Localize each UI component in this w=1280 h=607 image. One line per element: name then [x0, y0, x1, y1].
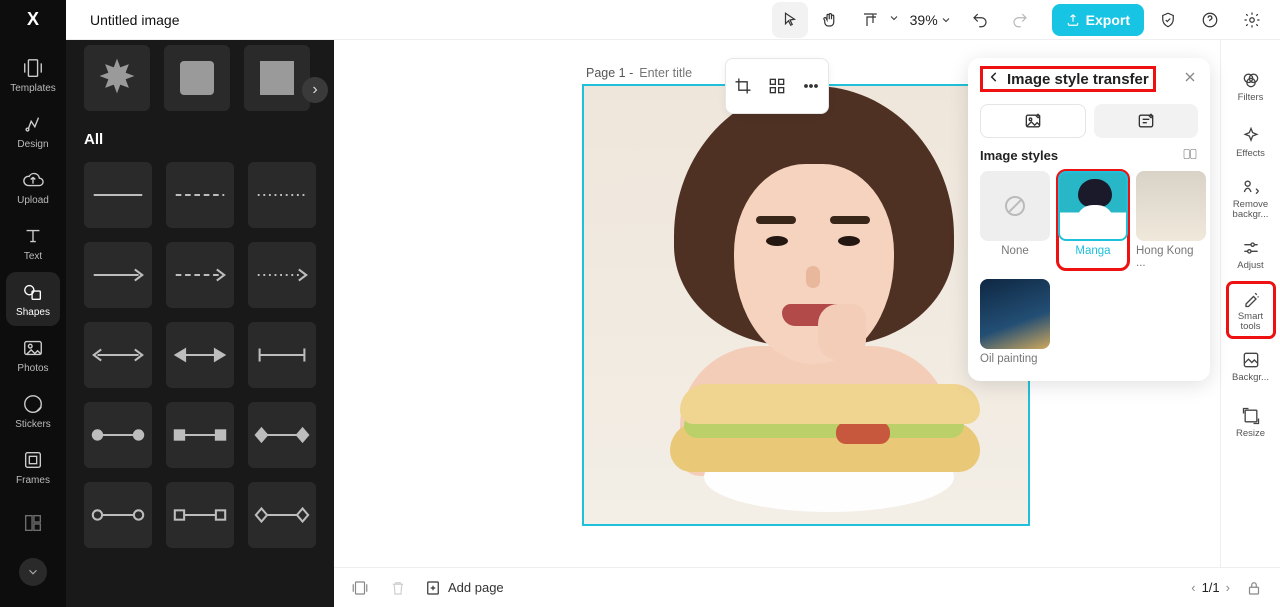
shape-line-bar-ends[interactable]	[248, 322, 316, 388]
chevron-down-icon	[940, 14, 952, 26]
nav-label: Templates	[10, 83, 56, 94]
nav-label: Upload	[17, 195, 49, 206]
nav-label: Shapes	[16, 307, 50, 318]
selection-context-bar	[725, 58, 829, 114]
styles-section-title: Image styles	[980, 148, 1058, 163]
document-title-group[interactable]: Untitled image	[80, 11, 190, 29]
style-option-oil-painting[interactable]: Oil painting	[980, 279, 1050, 365]
tool-remove-background[interactable]: Remove backgr...	[1227, 170, 1275, 226]
export-label: Export	[1086, 12, 1130, 28]
nav-label: Photos	[17, 363, 48, 374]
crop-selection-button[interactable]	[729, 72, 757, 100]
chevron-down-icon[interactable]	[888, 11, 900, 29]
nav-stickers[interactable]: Stickers	[6, 384, 60, 438]
undo-button[interactable]	[962, 2, 998, 38]
nav-design[interactable]: Design	[6, 104, 60, 158]
style-tab-image[interactable]	[980, 104, 1086, 138]
pages-overview-button[interactable]	[348, 576, 372, 600]
shape-line-diamond-ends[interactable]	[248, 402, 316, 468]
tool-filters[interactable]: Filters	[1227, 58, 1275, 114]
recents-next[interactable]: ›	[302, 77, 328, 103]
shape-line-square-outline-ends[interactable]	[166, 482, 234, 548]
style-option-none[interactable]: None	[980, 171, 1050, 269]
style-option-hong-kong[interactable]: Hong Kong ...	[1136, 171, 1206, 269]
shape-line-square-ends[interactable]	[166, 402, 234, 468]
nav-label: Frames	[16, 475, 50, 486]
nav-templates[interactable]: Templates	[6, 48, 60, 102]
shape-arrow-dashed[interactable]	[166, 242, 234, 308]
redo-button	[1002, 2, 1038, 38]
next-page-button[interactable]: ›	[1226, 580, 1230, 595]
zoom-value: 39%	[910, 12, 938, 28]
tool-smart-tools[interactable]: Smart tools	[1227, 282, 1275, 338]
nav-layout[interactable]	[6, 496, 60, 550]
shape-line-dashed[interactable]	[166, 162, 234, 228]
all-title: All	[84, 131, 103, 148]
style-label: Hong Kong ...	[1136, 245, 1206, 269]
shape-arrow-solid[interactable]	[84, 242, 152, 308]
ai-tools-button[interactable]	[763, 72, 791, 100]
page-counter: 1/1	[1202, 580, 1220, 595]
recent-shape-rounded-square[interactable]	[164, 45, 230, 111]
hand-tool[interactable]	[812, 2, 848, 38]
recent-shape-starburst[interactable]	[84, 45, 150, 111]
lock-button[interactable]	[1242, 576, 1266, 600]
add-page-label: Add page	[448, 580, 504, 595]
help-icon[interactable]	[1192, 2, 1228, 38]
style-panel-title: Image style transfer	[1007, 71, 1149, 88]
settings-icon[interactable]	[1234, 2, 1270, 38]
nav-photos[interactable]: Photos	[6, 328, 60, 382]
app-logo[interactable]: X	[0, 0, 66, 40]
shape-arrow-double-filled[interactable]	[166, 322, 234, 388]
shape-line-solid[interactable]	[84, 162, 152, 228]
nav-label: Design	[17, 139, 48, 150]
shape-arrow-double[interactable]	[84, 322, 152, 388]
style-tab-text[interactable]	[1094, 104, 1198, 138]
shape-line-circle-ends[interactable]	[84, 402, 152, 468]
recent-shape-square[interactable]	[244, 45, 310, 111]
page-title-input[interactable]	[639, 66, 719, 80]
nav-text[interactable]: Text	[6, 216, 60, 270]
style-label: None	[1001, 245, 1029, 257]
shape-line-circle-outline-ends[interactable]	[84, 482, 152, 548]
more-options-button[interactable]	[797, 72, 825, 100]
nav-more[interactable]	[19, 558, 47, 586]
shape-line-dotted[interactable]	[248, 162, 316, 228]
prev-page-button[interactable]: ‹	[1191, 580, 1195, 595]
nav-upload[interactable]: Upload	[6, 160, 60, 214]
shape-line-diamond-outline-ends[interactable]	[248, 482, 316, 548]
add-page-button[interactable]: Add page	[424, 579, 504, 597]
export-button[interactable]: Export	[1052, 4, 1144, 36]
tool-resize[interactable]: Resize	[1227, 394, 1275, 450]
document-title: Untitled image	[90, 12, 180, 28]
crop-tool[interactable]	[852, 2, 888, 38]
compare-toggle[interactable]	[1182, 146, 1198, 165]
tool-background[interactable]: Backgr...	[1227, 338, 1275, 394]
style-label: Oil painting	[980, 353, 1038, 365]
shield-icon[interactable]	[1150, 2, 1186, 38]
nav-label: Text	[24, 251, 42, 262]
cursor-tool[interactable]	[772, 2, 808, 38]
tool-effects[interactable]: Effects	[1227, 114, 1275, 170]
close-icon[interactable]	[1182, 69, 1198, 90]
style-transfer-panel: Image style transfer Image styles None M…	[968, 58, 1210, 381]
style-label: Manga	[1075, 245, 1110, 257]
nav-shapes[interactable]: Shapes	[6, 272, 60, 326]
upload-icon	[1066, 13, 1080, 27]
delete-page-button	[386, 576, 410, 600]
nav-label: Stickers	[15, 419, 51, 430]
style-option-manga[interactable]: Manga	[1058, 171, 1128, 269]
back-icon[interactable]	[987, 70, 1001, 88]
nav-frames[interactable]: Frames	[6, 440, 60, 494]
canvas-image[interactable]	[582, 84, 1030, 526]
zoom-level[interactable]: 39%	[910, 12, 952, 28]
page-label: Page 1 -	[586, 66, 633, 80]
shape-arrow-dotted[interactable]	[248, 242, 316, 308]
tool-adjust[interactable]: Adjust	[1227, 226, 1275, 282]
